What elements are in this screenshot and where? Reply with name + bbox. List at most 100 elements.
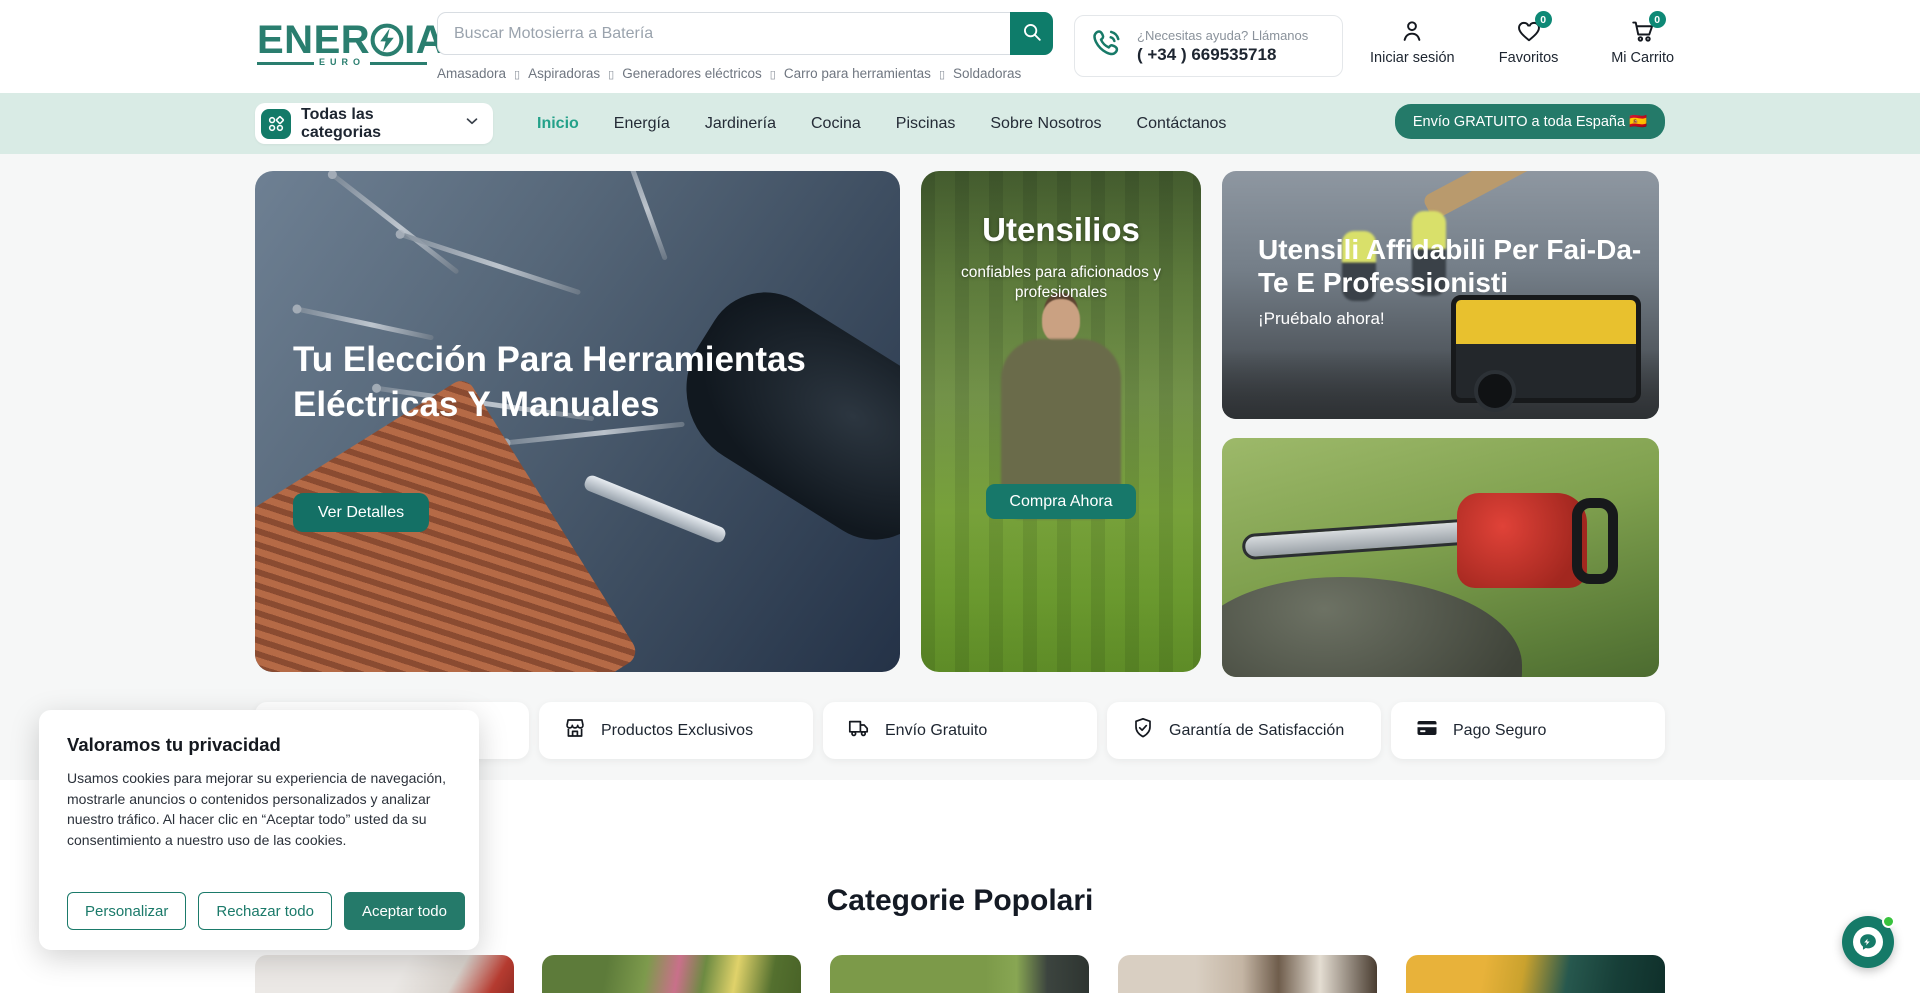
login-label: Iniciar sesión <box>1370 50 1455 66</box>
favorites-button[interactable]: 0 Favoritos <box>1489 18 1569 66</box>
chat-bubble-icon <box>1853 927 1883 957</box>
quick-link-aspiradoras[interactable]: Aspiradoras <box>528 66 600 81</box>
heart-icon: 0 <box>1516 18 1542 44</box>
hero-main-banner: Tu Elección Para Herramientas Eléctricas… <box>255 171 900 672</box>
truck-icon <box>847 716 871 745</box>
quick-link-carro[interactable]: Carro para herramientas <box>784 66 931 81</box>
shield-check-icon <box>1131 716 1155 745</box>
feature-card-envio-gratuito: Envío Gratuito <box>823 702 1097 759</box>
decor-nail <box>296 307 434 341</box>
phone-icon <box>1087 24 1127 69</box>
feature-label: Garantía de Satisfacción <box>1169 722 1344 740</box>
feature-label: Productos Exclusivos <box>601 722 753 740</box>
category-image[interactable] <box>830 955 1089 993</box>
cookie-consent-dialog: Valoramos tu privacidad Usamos cookies p… <box>39 710 479 950</box>
hero-section: Tu Elección Para Herramientas Eléctricas… <box>0 154 1920 780</box>
categories-grid-icon <box>261 109 291 139</box>
nav-item-energia[interactable]: Energía <box>614 115 670 133</box>
hero-middle-subtitle: confiables para aficionados y profesiona… <box>946 263 1176 303</box>
decor-chainsaw-body <box>1457 493 1587 588</box>
hero-middle-banner: Utensilios confiables para aficionados y… <box>921 171 1201 672</box>
credit-card-icon <box>1415 716 1439 745</box>
quick-link-generadores[interactable]: Generadores eléctricos <box>622 66 762 81</box>
search-button[interactable] <box>1010 12 1053 55</box>
feature-card-garantia: Garantía de Satisfacción <box>1107 702 1381 759</box>
cookie-dialog-title: Valoramos tu privacidad <box>67 734 451 756</box>
header: ENER IA EURO Amasadora ▯ Aspiradoras ▯ Gener… <box>0 0 1920 93</box>
nav-item-cocina[interactable]: Cocina <box>811 115 861 133</box>
hero-main-title: Tu Elección Para Herramientas Eléctricas… <box>293 337 833 427</box>
chevron-down-icon <box>463 112 481 135</box>
free-shipping-banner-button[interactable]: Envío GRATUITO a toda España 🇪🇸 <box>1395 104 1665 139</box>
help-phone-number: ( +34 ) 669535718 <box>1137 45 1308 65</box>
quick-link-amasadora[interactable]: Amasadora <box>437 66 506 81</box>
main-nav: Todas las categorias Inicio Energía Jard… <box>0 93 1920 154</box>
personalize-button[interactable]: Personalizar <box>67 892 186 930</box>
logo-underline: EURO <box>257 62 427 65</box>
category-image[interactable] <box>1118 955 1377 993</box>
logo[interactable]: ENER IA EURO <box>257 20 427 65</box>
accept-all-button[interactable]: Aceptar todo <box>344 892 465 930</box>
reject-all-button[interactable]: Rechazar todo <box>198 892 332 930</box>
decor-rock <box>1222 577 1522 677</box>
hero-right-top-banner: Utensili Affidabili Per Fai-Da-Te E Prof… <box>1222 171 1659 419</box>
decor-nail <box>330 172 459 274</box>
decor-gardener <box>1042 299 1080 343</box>
decor-chainsaw-handle <box>1572 498 1618 584</box>
quick-link-separator: ▯ <box>514 69 520 81</box>
storefront-icon <box>563 716 587 745</box>
search-icon <box>1021 21 1043 46</box>
user-icon <box>1399 18 1425 44</box>
cart-label: Mi Carrito <box>1611 50 1674 66</box>
quick-link-separator: ▯ <box>770 69 776 81</box>
feature-card-productos-exclusivos: Productos Exclusivos <box>539 702 813 759</box>
cart-count-badge: 0 <box>1649 11 1666 28</box>
cookie-dialog-body: Usamos cookies para mejorar su experienc… <box>67 768 453 851</box>
account-menu: Iniciar sesión 0 Favoritos 0 Mi Carrito <box>1370 18 1683 66</box>
quick-links: Amasadora ▯ Aspiradoras ▯ Generadores eléctr… <box>437 66 1021 81</box>
decor-generator <box>1451 295 1641 403</box>
decor-nail <box>622 171 668 261</box>
compra-ahora-button[interactable]: Compra Ahora <box>986 484 1136 519</box>
feature-label: Pago Seguro <box>1453 722 1546 740</box>
hero-right-bottom-banner <box>1222 438 1659 677</box>
favorites-count-badge: 0 <box>1535 11 1552 28</box>
ver-detalles-button[interactable]: Ver Detalles <box>293 493 429 532</box>
cookie-dialog-buttons: Personalizar Rechazar todo Aceptar todo <box>67 892 465 930</box>
all-categories-label: Todas las categorias <box>301 106 453 142</box>
quick-link-separator: ▯ <box>939 69 945 81</box>
favorites-label: Favoritos <box>1499 50 1559 66</box>
nav-item-contactanos[interactable]: Contáctanos <box>1137 115 1227 133</box>
nav-item-inicio[interactable]: Inicio <box>537 115 579 133</box>
hero-middle-title: Utensilios <box>921 211 1201 249</box>
logo-wordmark: ENER IA <box>257 20 427 60</box>
quick-link-soldadoras[interactable]: Soldadoras <box>953 66 1021 81</box>
chat-widget-button[interactable] <box>1842 916 1894 968</box>
nav-item-piscinas[interactable]: Piscinas <box>896 115 956 133</box>
hero-right-top-title: Utensili Affidabili Per Fai-Da-Te E Prof… <box>1258 233 1648 299</box>
category-image[interactable] <box>1406 955 1665 993</box>
search-bar <box>437 12 1053 55</box>
search-input[interactable] <box>437 12 1053 55</box>
help-phone-box[interactable]: ¿Necesitas ayuda? Llámanos ( +34 ) 66953… <box>1074 15 1343 77</box>
nav-item-jardineria[interactable]: Jardinería <box>705 115 776 133</box>
login-button[interactable]: Iniciar sesión <box>1370 18 1455 66</box>
category-image[interactable] <box>542 955 801 993</box>
page: ENER IA EURO Amasadora ▯ Aspiradoras ▯ Gener… <box>0 0 1920 993</box>
logo-text-left: ENER <box>257 20 370 60</box>
decor-driver-bit <box>582 473 727 544</box>
cart-icon: 0 <box>1630 18 1656 44</box>
lightning-bolt-icon <box>369 22 405 58</box>
all-categories-dropdown[interactable]: Todas las categorias <box>255 103 493 144</box>
nav-links: Inicio Energía Jardinería Cocina Piscina… <box>537 93 1226 154</box>
category-image[interactable] <box>255 955 514 993</box>
decor-chainsaw-blade <box>1241 518 1482 561</box>
nav-item-sobre-nosotros[interactable]: Sobre Nosotros <box>990 115 1101 133</box>
chat-online-dot <box>1882 915 1895 928</box>
logo-subtext: EURO <box>314 57 370 67</box>
help-text: ¿Necesitas ayuda? Llámanos <box>1137 28 1308 43</box>
cart-button[interactable]: 0 Mi Carrito <box>1603 18 1683 66</box>
hero-right-top-subtitle: ¡Pruébalo ahora! <box>1258 309 1385 329</box>
feature-label: Envío Gratuito <box>885 722 987 740</box>
decor-nail <box>399 232 581 295</box>
